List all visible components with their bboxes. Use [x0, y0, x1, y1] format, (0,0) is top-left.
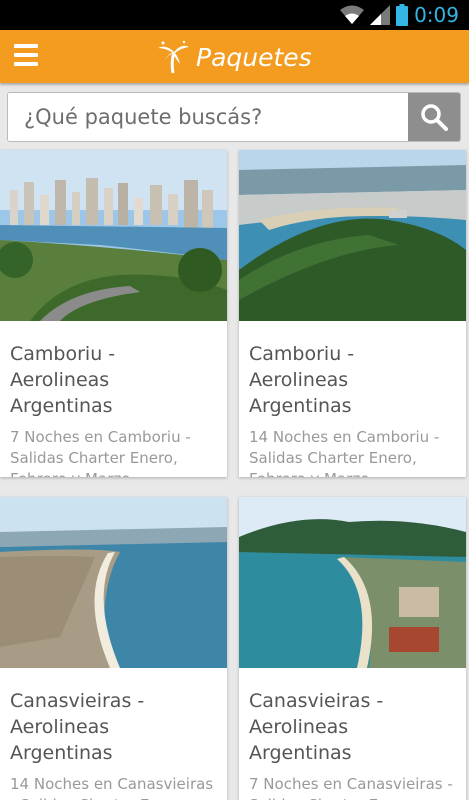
package-title: Canasvieiras - Aerolineas Argentinas [249, 690, 384, 764]
package-card[interactable]: Canasvieiras - Aerolineas Argentinas 7 N… [239, 497, 466, 800]
search-bar [7, 92, 461, 142]
battery-icon [396, 4, 409, 26]
status-icons: 0:09 [340, 0, 459, 30]
package-description: 7 Noches en Canasvieiras - Salidas Chart… [249, 775, 453, 800]
search-input[interactable] [8, 93, 410, 141]
package-title: Camboriu - Aerolineas Argentinas [10, 343, 116, 417]
package-title: Camboriu - Aerolineas Argentinas [249, 343, 355, 417]
package-description: 14 Noches en Camboriu - Salidas Charter … [249, 428, 440, 477]
app-title-group: Paquetes [156, 38, 312, 76]
package-title: Canasvieiras - Aerolineas Argentinas [10, 690, 145, 764]
package-image [239, 150, 466, 321]
package-description: 7 Noches en Camboriu - Salidas Charter E… [10, 428, 191, 477]
search-icon [421, 104, 448, 131]
package-image [0, 150, 227, 321]
package-card[interactable]: Camboriu - Aerolineas Argentinas 7 Noche… [0, 150, 227, 477]
page-title: Paquetes [196, 42, 312, 72]
palm-tree-icon [158, 40, 189, 74]
wifi-icon [340, 5, 365, 24]
app-bar: Paquetes [0, 30, 469, 83]
package-image [239, 497, 466, 668]
status-bar: 0:09 [0, 0, 469, 30]
search-button[interactable] [408, 93, 460, 141]
status-time: 0:09 [414, 3, 459, 27]
package-image [0, 497, 227, 668]
package-description: 14 Noches en Canasvieiras - Salidas Char… [10, 775, 214, 800]
package-card[interactable]: Canasvieiras - Aerolineas Argentinas 14 … [0, 497, 227, 800]
signal-icon [370, 5, 391, 25]
package-card[interactable]: Camboriu - Aerolineas Argentinas 14 Noch… [239, 150, 466, 477]
menu-icon[interactable] [14, 44, 38, 66]
